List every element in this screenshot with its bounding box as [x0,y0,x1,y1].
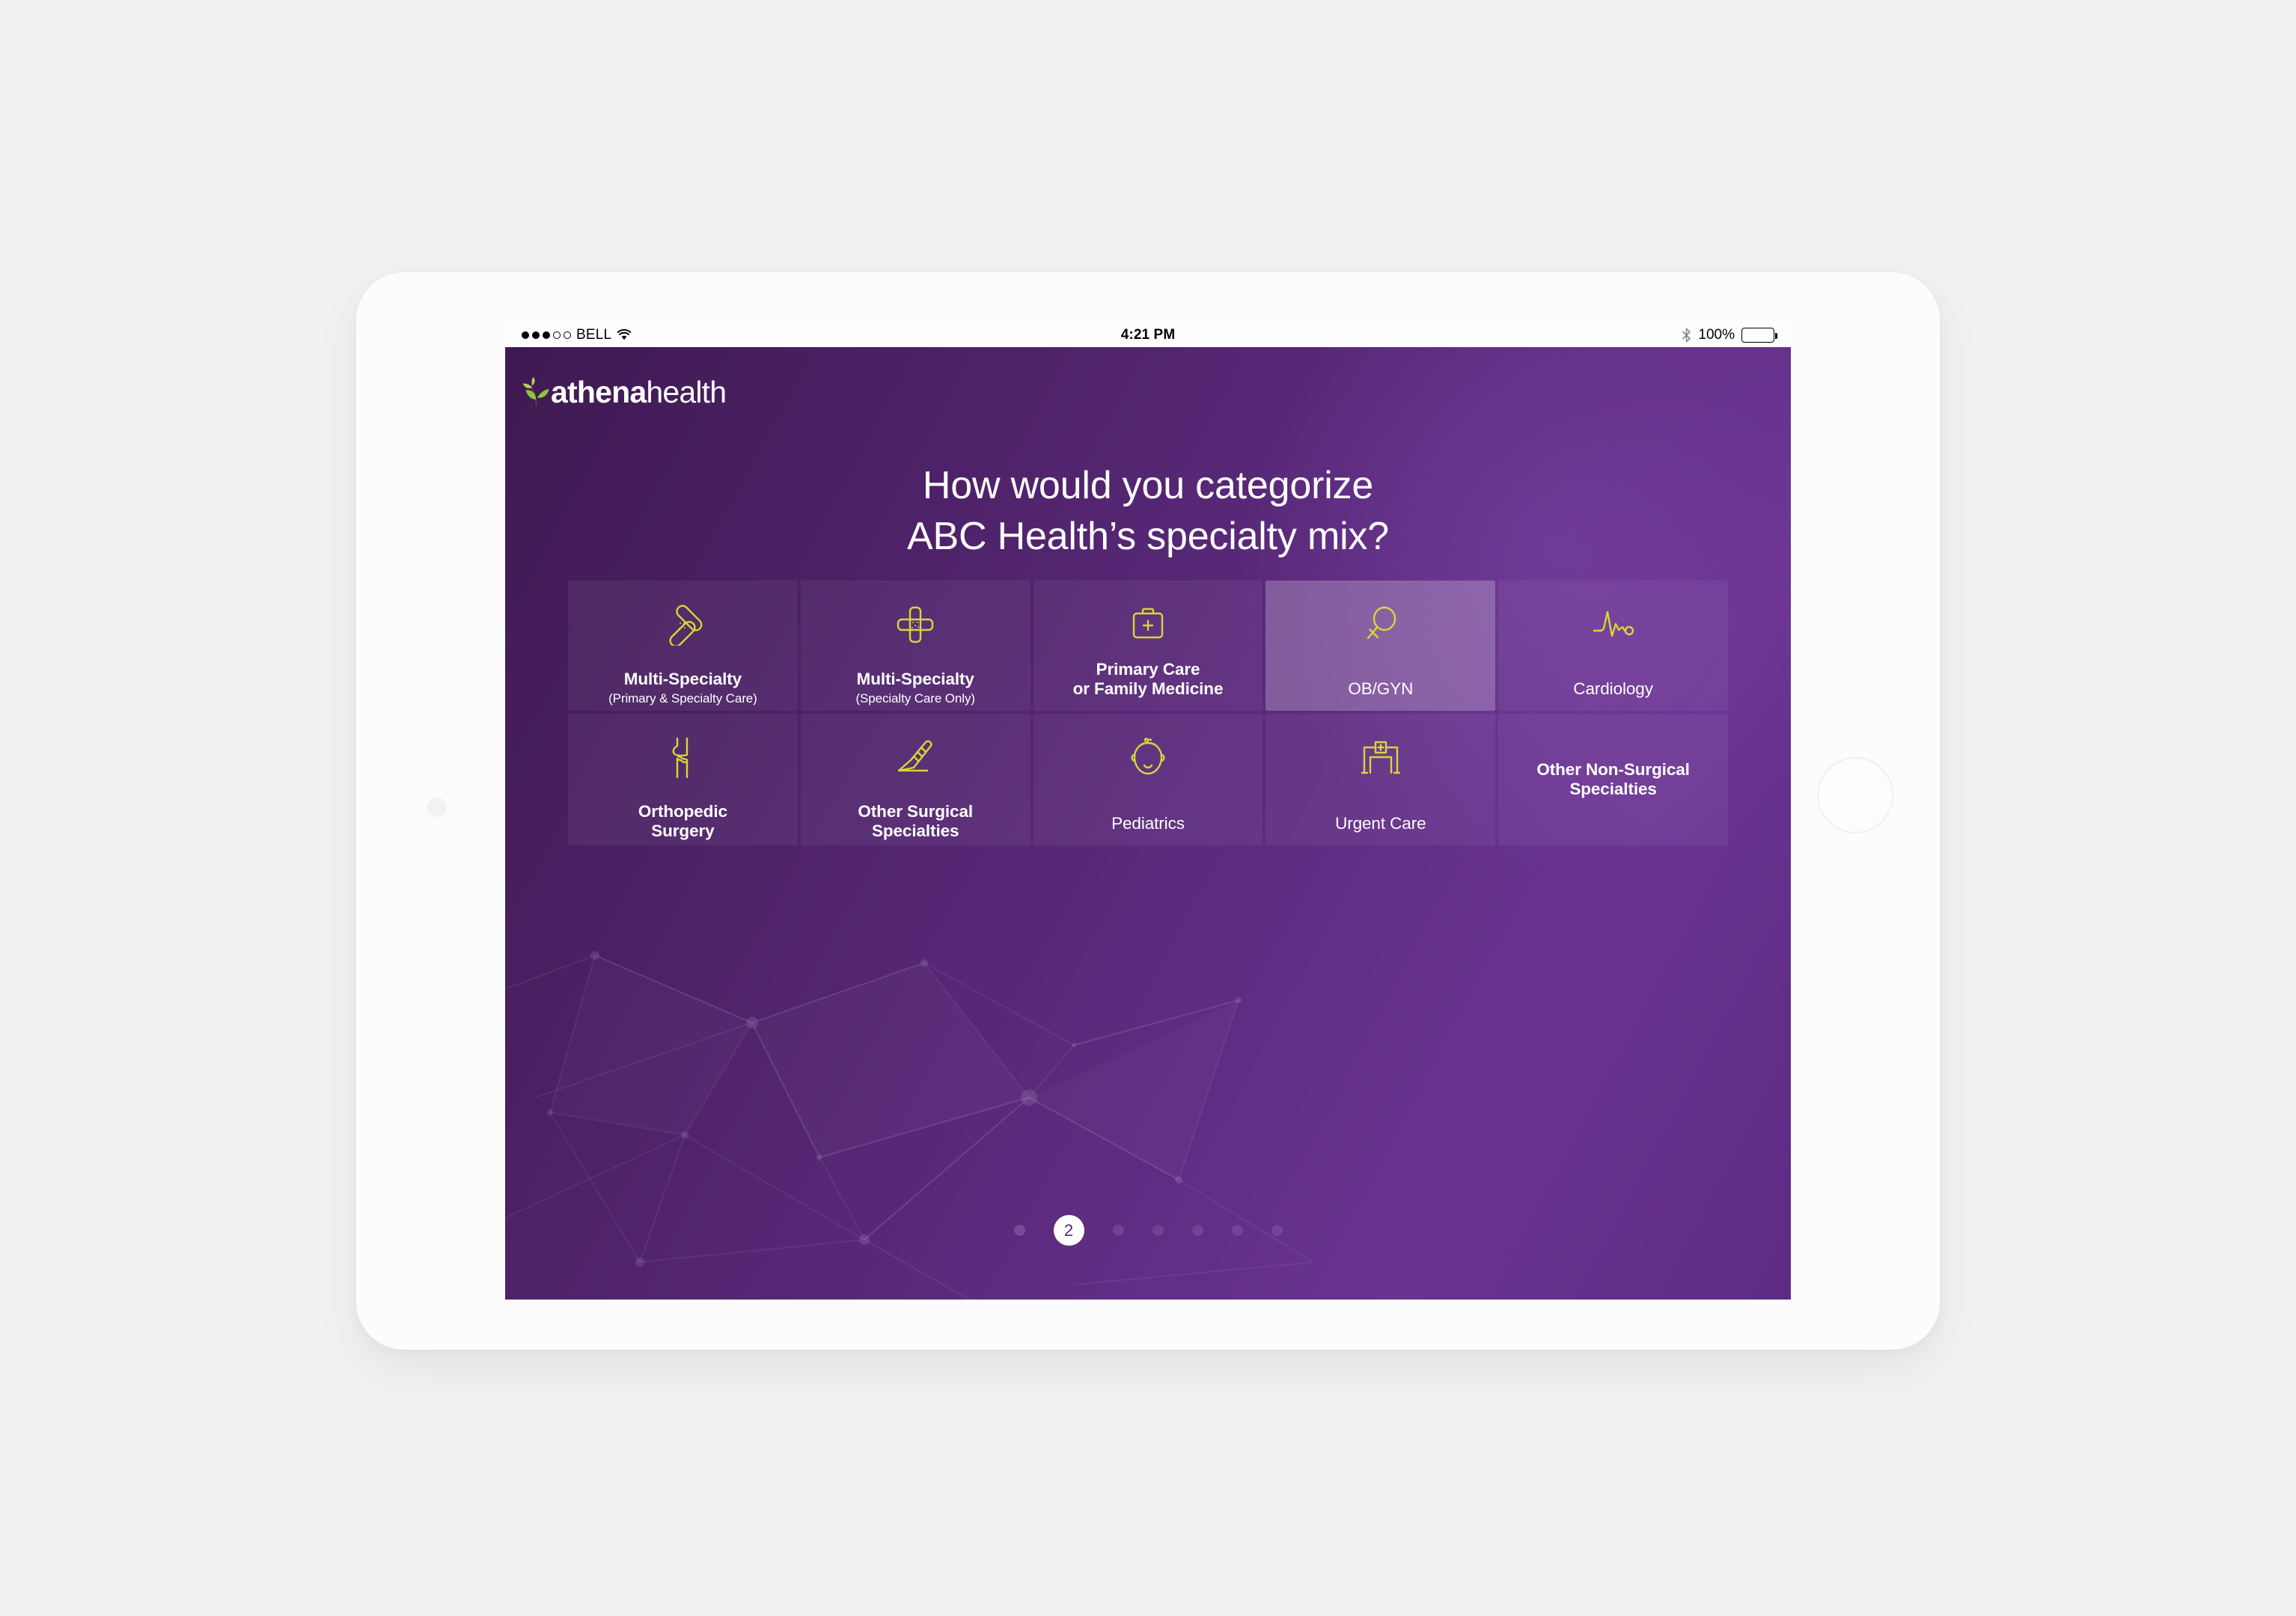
medical-bag-icon [1127,597,1169,652]
battery-full-icon [1741,327,1778,343]
front-camera-icon [427,798,447,817]
wifi-icon [617,328,632,340]
option-label-line-2: Specialties [871,821,959,840]
ipad-device-frame: BELL 4:21 PM 100% athenahealth How would… [356,272,1940,1350]
option-label: Pediatrics [1111,813,1185,833]
option-label: Multi-Specialty [623,669,742,688]
option-tile-pediatrics[interactable]: Pediatrics [1033,714,1263,845]
bluetooth-icon [1682,328,1691,342]
status-bar-left: BELL [522,327,1121,343]
option-label-line-1: Primary Care [1096,659,1200,679]
pagination-dot-6[interactable] [1231,1225,1243,1236]
option-tile-urgent-care[interactable]: Urgent Care [1265,714,1496,845]
pagination-dot-3[interactable] [1112,1225,1124,1236]
option-tile-orthopedic-surgery[interactable]: Orthopedic Surgery [568,714,798,845]
scalpel-icon [894,730,936,786]
bandage-plus-icon [894,597,936,652]
baby-face-icon [1128,730,1168,786]
option-tile-primary-care[interactable]: Primary Care or Family Medicine [1033,581,1263,711]
athenahealth-logo: athenahealth [522,375,727,409]
option-tile-ob-gyn[interactable]: OB/GYN [1265,581,1496,711]
ios-status-bar: BELL 4:21 PM 100% [505,322,1791,347]
specialty-options-grid: Multi-Specialty (Primary & Specialty Car… [568,581,1728,845]
status-bar-right: 100% [1175,326,1778,343]
carrier-label: BELL [576,326,612,343]
option-tile-labels: Cardiology [1503,679,1723,711]
option-tile-labels: Primary Care or Family Medicine [1038,660,1259,711]
option-tile-cardiology[interactable]: Cardiology [1498,581,1728,711]
option-tile-labels: OB/GYN [1270,679,1491,711]
cellular-signal-icon [522,331,571,339]
option-sublabel: (Specialty Care Only) [855,691,975,706]
option-tile-labels: Orthopedic Surgery [573,802,793,845]
option-label-line-2: Specialties [1569,780,1657,798]
pagination-dot-2-active[interactable]: 2 [1053,1215,1084,1246]
option-tile-labels: Pediatrics [1038,814,1259,845]
option-label-line-1: Other Non-Surgical [1536,759,1690,779]
bandage-cross-icon [662,597,703,652]
home-button[interactable] [1817,757,1893,833]
ipad-screen: BELL 4:21 PM 100% athenahealth How would… [505,322,1791,1300]
pagination-dot-7[interactable] [1271,1225,1283,1236]
option-label-line-1: Orthopedic [638,801,727,821]
option-tile-labels: Multi-Specialty (Primary & Specialty Car… [573,670,793,711]
headline-line-1: How would you categorize [922,464,1374,507]
female-symbol-icon [1361,597,1400,652]
logo-wordmark: athenahealth [551,375,727,409]
knee-joint-icon [668,730,697,786]
hospital-building-icon [1360,730,1402,786]
option-tile-labels: Urgent Care [1270,814,1491,845]
logo-athena: athena [551,375,647,409]
option-label: OB/GYN [1348,679,1414,698]
option-label: Cardiology [1573,679,1653,698]
option-tile-other-surgical-specialties[interactable]: Other Surgical Specialties [800,714,1031,845]
pagination-dot-1[interactable] [1013,1225,1025,1236]
option-sublabel: (Primary & Specialty Care) [608,691,757,706]
page-title: How would you categorize ABC Health’s sp… [505,461,1791,562]
pagination-dot-5[interactable] [1191,1225,1203,1236]
headline-line-2: ABC Health’s specialty mix? [907,514,1389,558]
option-tile-other-non-surgical-specialties[interactable]: Other Non-Surgical Specialties [1498,714,1728,845]
logo-health: health [646,375,727,409]
battery-percent-label: 100% [1698,326,1735,343]
option-label-line-1: Other Surgical [858,801,974,821]
pagination: 2 [505,1215,1791,1246]
option-tile-labels: Other Non-Surgical Specialties [1536,759,1690,799]
option-label: Multi-Specialty [856,669,974,688]
option-label-line-2: or Family Medicine [1072,679,1224,698]
heartbeat-ekg-icon [1592,597,1635,652]
option-label-line-2: Surgery [651,821,715,840]
pagination-dot-4[interactable] [1152,1225,1164,1236]
athena-leaf-icon [522,377,549,406]
option-tile-labels: Other Surgical Specialties [805,802,1026,845]
app-canvas: athenahealth How would you categorize AB… [505,347,1791,1300]
status-bar-time: 4:21 PM [1120,326,1176,343]
option-tile-labels: Multi-Specialty (Specialty Care Only) [805,670,1026,711]
option-tile-multi-specialty-specialty-only[interactable]: Multi-Specialty (Specialty Care Only) [800,581,1031,711]
option-tile-multi-specialty-primary[interactable]: Multi-Specialty (Primary & Specialty Car… [568,581,798,711]
option-label: Urgent Care [1335,813,1426,833]
